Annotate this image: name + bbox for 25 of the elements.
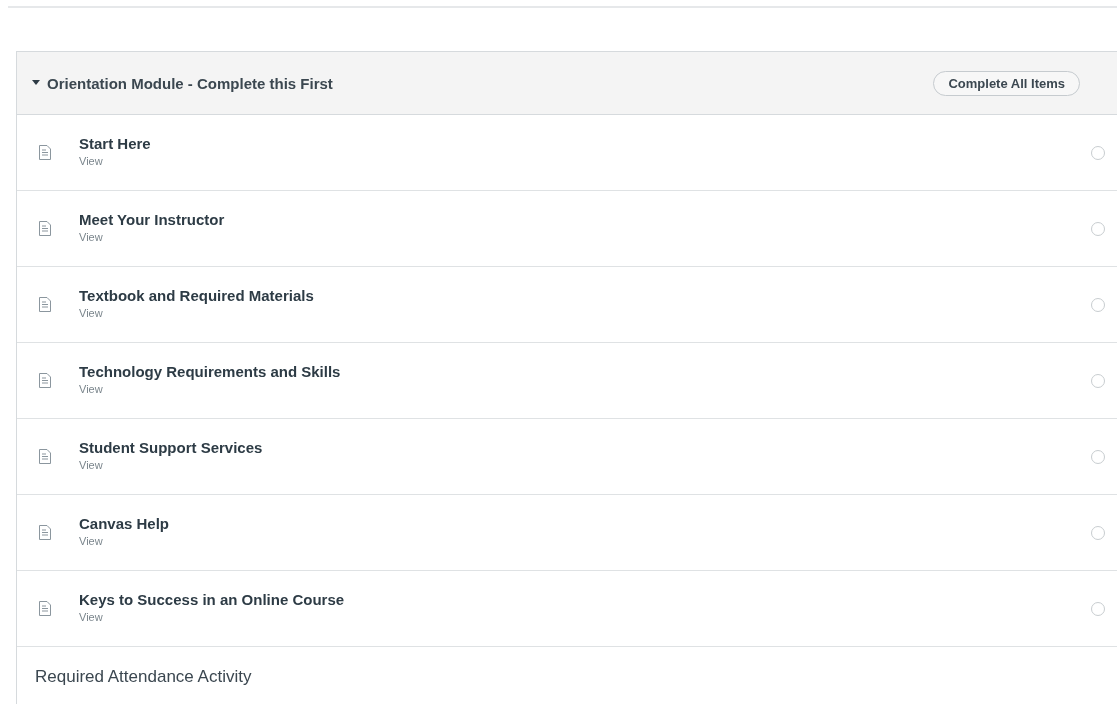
item-title[interactable]: Technology Requirements and Skills: [79, 362, 341, 380]
view-link[interactable]: View: [79, 382, 103, 395]
complete-all-button[interactable]: Complete All Items: [933, 70, 1080, 96]
view-link[interactable]: View: [79, 610, 103, 623]
page-icon: [39, 449, 51, 464]
item-title[interactable]: Keys to Success in an Online Course: [79, 590, 345, 608]
item-title[interactable]: Canvas Help: [79, 514, 170, 532]
page-icon: [39, 601, 51, 616]
view-link[interactable]: View: [79, 306, 103, 319]
subheader-title: Required Attendance Activity: [35, 667, 252, 687]
item-title[interactable]: Student Support Services: [79, 438, 263, 456]
module-title[interactable]: Orientation Module - Complete this First: [47, 74, 333, 92]
page-icon: [39, 221, 51, 236]
item-title[interactable]: Start Here: [79, 134, 151, 152]
view-link[interactable]: View: [79, 154, 103, 167]
page-icon: [39, 525, 51, 540]
page-icon: [39, 297, 51, 312]
page-icon: [39, 145, 51, 160]
page-icon: [39, 373, 51, 388]
view-link[interactable]: View: [79, 230, 103, 243]
view-link[interactable]: View: [79, 534, 103, 547]
item-title[interactable]: Textbook and Required Materials: [79, 286, 314, 304]
caret-icon[interactable]: [32, 80, 40, 86]
view-link[interactable]: View: [79, 458, 103, 471]
item-title[interactable]: Meet Your Instructor: [79, 210, 225, 228]
